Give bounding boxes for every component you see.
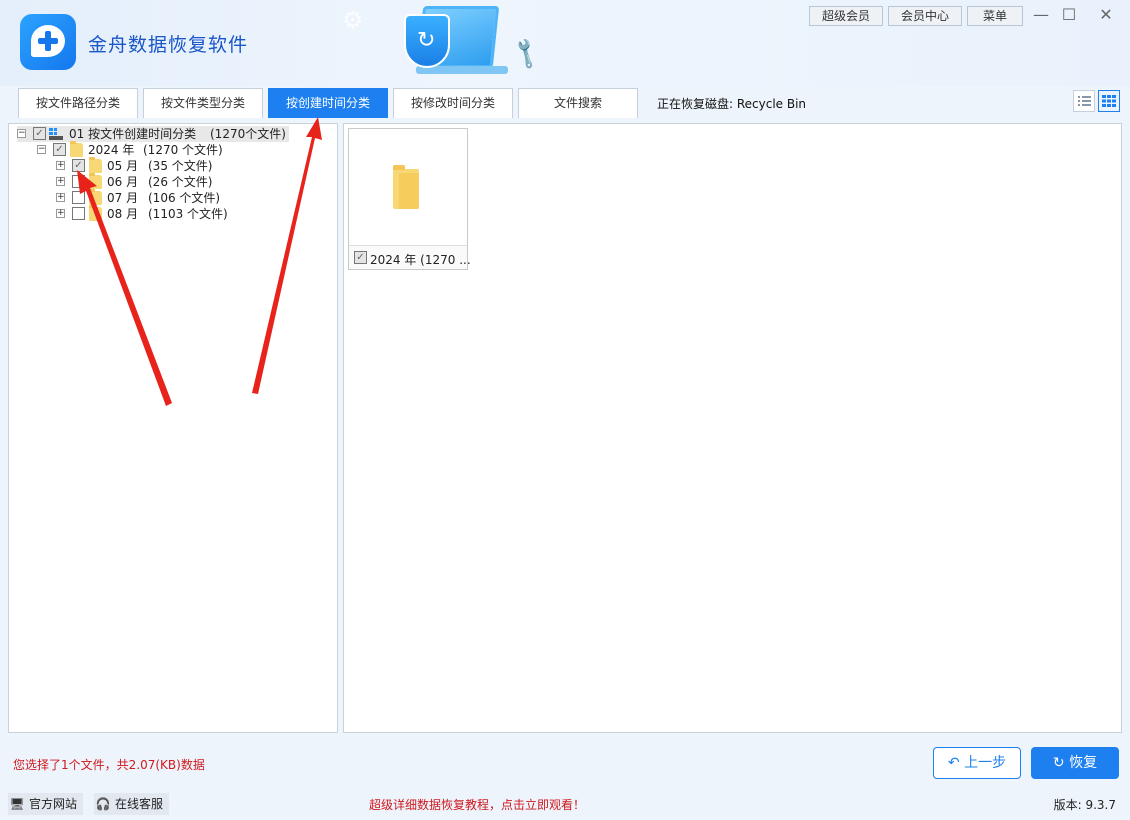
tree-month-05[interactable]: + ✓ 05 月 (35 个文件) xyxy=(56,157,256,174)
menu-button[interactable]: 菜单 xyxy=(967,6,1023,26)
tree-year-count: (1270 个文件) xyxy=(143,143,223,157)
expand-icon[interactable]: + xyxy=(56,193,65,202)
back-arrow-icon: ↶ xyxy=(947,755,960,771)
selection-status: 您选择了1个文件，共2.07(KB)数据 xyxy=(13,758,205,772)
tree-month-07[interactable]: + 07 月 (106 个文件) xyxy=(56,189,256,206)
expand-icon[interactable]: + xyxy=(56,161,65,170)
tree-month-08[interactable]: + 08 月 (1103 个文件) xyxy=(56,205,256,222)
minimize-icon[interactable]: — xyxy=(1028,4,1054,26)
app-logo xyxy=(20,14,76,70)
super-vip-button[interactable]: 超级会员 xyxy=(809,6,883,26)
refresh-icon: ↻ xyxy=(1052,755,1065,771)
tree-root-label: 01 按文件创建时间分类 xyxy=(69,127,197,141)
list-view-icon[interactable] xyxy=(1073,90,1095,112)
shield-icon: ↻ xyxy=(404,14,450,68)
tab-by-create-time[interactable]: 按创建时间分类 xyxy=(268,88,388,118)
root-checkbox[interactable]: ✓ xyxy=(33,127,46,140)
version-label: 版本: 9.3.7 xyxy=(1053,798,1116,812)
wrench-icon: 🔧 xyxy=(507,36,544,73)
folder-icon xyxy=(89,173,102,189)
tutorial-link[interactable]: 超级详细数据恢复教程，点击立即观看！ xyxy=(369,796,585,813)
tree-month-06[interactable]: + 06 月 (26 个文件) xyxy=(56,173,256,190)
tree-year-label: 2024 年 xyxy=(88,143,135,157)
tab-by-path[interactable]: 按文件路径分类 xyxy=(18,88,138,118)
month-checkbox[interactable]: ✓ xyxy=(72,159,85,172)
tree-month-label: 08 月 xyxy=(107,207,139,221)
tree-panel: − ✓ 01 按文件创建时间分类 (1270个文件) − ✓ 2024 年 (1… xyxy=(8,123,338,733)
tree-month-count: (35 个文件) xyxy=(148,159,213,173)
month-checkbox[interactable] xyxy=(72,207,85,220)
collapse-icon[interactable]: − xyxy=(37,145,46,154)
tab-by-modify-time[interactable]: 按修改时间分类 xyxy=(393,88,513,118)
folder-icon xyxy=(70,141,83,157)
website-link[interactable]: 🖥 官方网站 xyxy=(8,793,84,815)
grid-view-icon[interactable] xyxy=(1098,90,1120,112)
expand-icon[interactable]: + xyxy=(56,177,65,186)
tree-month-count: (26 个文件) xyxy=(148,175,213,189)
folder-icon xyxy=(89,205,102,221)
support-link[interactable]: 🎧 在线客服 xyxy=(94,793,170,815)
folder-icon xyxy=(89,189,102,205)
hero-illustration: ⚙ ↻ 🔧 xyxy=(320,0,570,86)
title-bar: 金舟数据恢复软件 ⚙ ↻ 🔧 超级会员 会员中心 菜单 — ☐ ✕ xyxy=(0,0,1130,86)
folder-icon xyxy=(89,157,102,173)
tab-bar: 按文件路径分类 按文件类型分类 按创建时间分类 按修改时间分类 文件搜索 正在恢… xyxy=(0,86,1130,118)
tab-file-search[interactable]: 文件搜索 xyxy=(518,88,638,118)
tree-month-label: 07 月 xyxy=(107,191,139,205)
footer: 🖥 官方网站 🎧 在线客服 超级详细数据恢复教程，点击立即观看！ 版本: 9.3.7 xyxy=(0,790,1130,820)
tab-by-type[interactable]: 按文件类型分类 xyxy=(143,88,263,118)
card-checkbox[interactable]: ✓ xyxy=(354,251,367,264)
year-checkbox[interactable]: ✓ xyxy=(53,143,66,156)
recovering-disk-label: 正在恢复磁盘: Recycle Bin xyxy=(657,97,807,111)
tree-year[interactable]: − ✓ 2024 年 (1270 个文件) xyxy=(37,141,257,158)
tree-month-label: 05 月 xyxy=(107,159,139,173)
recover-button[interactable]: ↻ 恢复 xyxy=(1031,747,1119,779)
back-button[interactable]: ↶ 上一步 xyxy=(933,747,1021,779)
collapse-icon[interactable]: − xyxy=(17,129,26,138)
file-grid-panel: ✓ 2024 年 (1270 ... xyxy=(343,123,1122,733)
tree-month-label: 06 月 xyxy=(107,175,139,189)
folder-icon xyxy=(393,165,419,209)
app-title: 金舟数据恢复软件 xyxy=(88,34,249,56)
tree-root[interactable]: − ✓ 01 按文件创建时间分类 (1270个文件) xyxy=(17,126,289,142)
monitor-icon: 🖥 xyxy=(9,797,25,811)
tree-month-count: (106 个文件) xyxy=(148,191,221,205)
month-checkbox[interactable] xyxy=(72,175,85,188)
folder-card[interactable]: ✓ 2024 年 (1270 ... xyxy=(348,128,471,270)
tree-month-count: (1103 个文件) xyxy=(148,207,228,221)
month-checkbox[interactable] xyxy=(72,191,85,204)
close-icon[interactable]: ✕ xyxy=(1093,4,1119,26)
gear-icon: ⚙ xyxy=(342,6,364,34)
tree-root-count: (1270个文件) xyxy=(210,127,286,141)
expand-icon[interactable]: + xyxy=(56,209,65,218)
card-caption: 2024 年 (1270 ... xyxy=(370,253,471,267)
member-center-button[interactable]: 会员中心 xyxy=(888,6,962,26)
drive-icon xyxy=(49,128,63,140)
maximize-icon[interactable]: ☐ xyxy=(1056,4,1082,26)
headset-icon: 🎧 xyxy=(95,797,111,811)
